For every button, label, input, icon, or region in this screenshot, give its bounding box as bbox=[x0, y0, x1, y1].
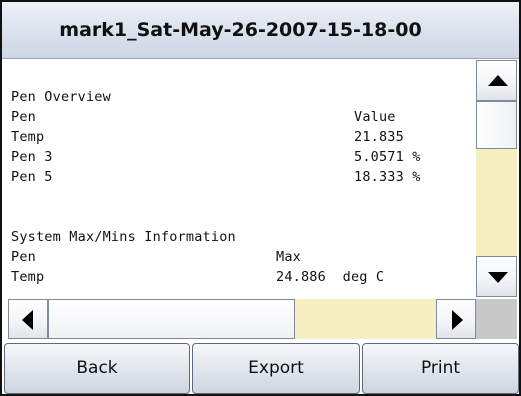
scroll-left-button[interactable] bbox=[8, 299, 48, 339]
report-line: Pen 3 5.0571 % bbox=[11, 147, 420, 167]
vertical-scroll-thumb[interactable] bbox=[476, 101, 517, 149]
scroll-right-button[interactable] bbox=[436, 299, 476, 339]
report-line: Pen Max bbox=[11, 247, 301, 267]
arrow-down-icon bbox=[488, 272, 508, 283]
scroll-down-button[interactable] bbox=[476, 256, 517, 297]
export-button[interactable]: Export bbox=[192, 343, 360, 394]
arrow-up-icon bbox=[488, 75, 508, 86]
button-bar: Back Export Print bbox=[2, 343, 519, 394]
report-heading: Pen Overview bbox=[11, 89, 111, 105]
column-header-max: Max bbox=[276, 249, 301, 265]
scrollbar-corner bbox=[476, 299, 517, 339]
report-line: Pen Value bbox=[11, 107, 395, 127]
report-line-blank bbox=[11, 187, 236, 207]
horizontal-scrollbar[interactable] bbox=[8, 299, 476, 339]
report-heading: System Max/Mins Information bbox=[11, 229, 236, 245]
report-line: Pen Overview bbox=[11, 87, 236, 107]
pen-name: Pen 3 bbox=[11, 149, 53, 165]
pen-name: Temp bbox=[11, 129, 45, 145]
report-line-blank bbox=[11, 207, 236, 227]
back-button[interactable]: Back bbox=[4, 343, 190, 394]
report-view: Pen Overview Pen Value Temp 21.835 Pen 3 5.057… bbox=[8, 60, 473, 297]
column-header-pen: Pen bbox=[11, 109, 36, 125]
pen-name: Temp bbox=[11, 269, 45, 285]
report-text: Pen Overview Pen Value Temp 21.835 Pen 3 5.057… bbox=[11, 87, 420, 287]
scroll-up-button[interactable] bbox=[476, 60, 517, 101]
arrow-right-icon bbox=[452, 310, 463, 330]
report-line: System Max/Mins Information bbox=[11, 227, 236, 247]
pen-value: 5.0571 % bbox=[354, 149, 421, 165]
title-bar: mark1_Sat-May-26-2007-15-18-00 bbox=[2, 2, 519, 59]
report-line: Pen 5 18.333 % bbox=[11, 167, 420, 187]
dialog-window: mark1_Sat-May-26-2007-15-18-00 Pen Overv… bbox=[0, 0, 521, 396]
column-header-pen: Pen bbox=[11, 249, 36, 265]
pen-name: Pen 5 bbox=[11, 169, 53, 185]
pen-value: 18.333 % bbox=[354, 169, 421, 185]
arrow-left-icon bbox=[22, 310, 33, 330]
vertical-scrollbar[interactable] bbox=[476, 60, 517, 297]
report-line: Temp 21.835 bbox=[11, 127, 404, 147]
column-header-value: Value bbox=[354, 109, 396, 125]
report-line: Temp 24.886 deg C bbox=[11, 267, 384, 287]
pen-max-value: 24.886 deg C bbox=[276, 269, 385, 285]
horizontal-scroll-thumb[interactable] bbox=[48, 299, 295, 339]
pen-value: 21.835 bbox=[354, 129, 404, 145]
print-button[interactable]: Print bbox=[362, 343, 519, 394]
window-title: mark1_Sat-May-26-2007-15-18-00 bbox=[59, 19, 422, 41]
